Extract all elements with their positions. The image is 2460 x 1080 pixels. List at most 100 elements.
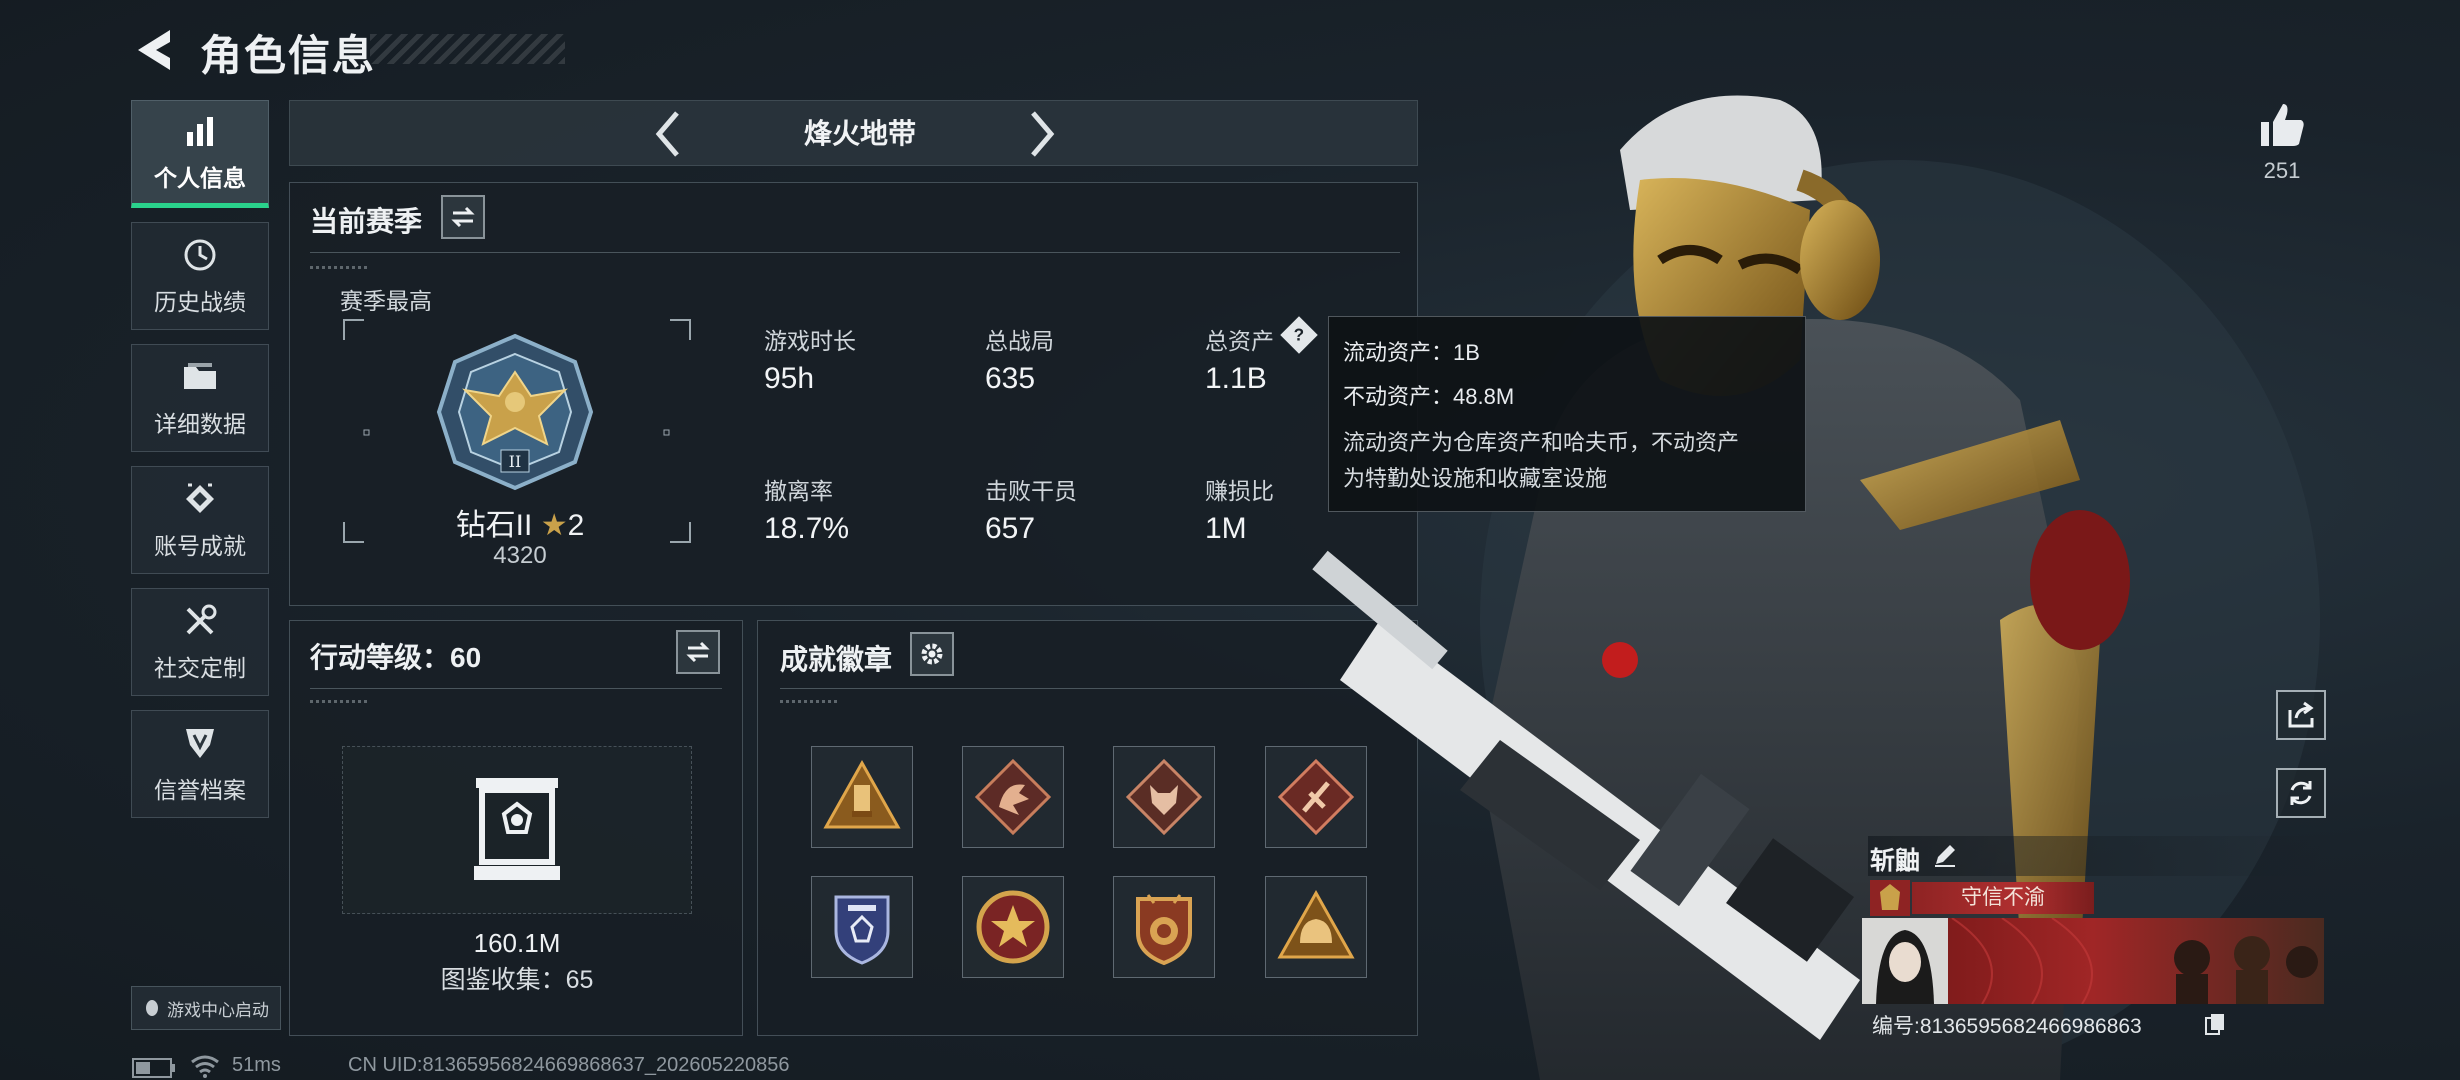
stat-value-extract-rate: 18.7% <box>764 512 850 545</box>
ping-value: 51ms <box>232 1054 281 1076</box>
tools-icon <box>180 601 220 641</box>
nav-item-label: 社交定制 <box>154 655 246 681</box>
nav-item-credit-record[interactable]: 信誉档案 <box>131 710 269 818</box>
diamond-rank-emblem-icon: II <box>436 333 594 491</box>
nav-item-account-achievements[interactable]: 账号成就 <box>131 466 269 574</box>
collection-value: 160.1M <box>473 928 561 958</box>
copy-id-button[interactable] <box>2204 1012 2226 1036</box>
back-button[interactable] <box>130 22 180 78</box>
deco-dots <box>780 700 840 703</box>
nav-item-history[interactable]: 历史战绩 <box>131 222 269 330</box>
rank-score: 4320 <box>493 542 547 569</box>
battery-icon <box>132 1058 175 1078</box>
achievement-badge-6[interactable] <box>962 876 1064 978</box>
page-title: 角色信息 <box>200 32 377 79</box>
nav-item-label: 详细数据 <box>154 411 246 437</box>
stat-label-kills: 击败干员 <box>985 478 1077 504</box>
tooltip-fixed-assets: 不动资产：48.8M <box>1343 384 1515 409</box>
wolf-badge-icon <box>1125 758 1203 836</box>
rank-name: 钻石II <box>455 509 533 542</box>
title-emblem-icon <box>1870 880 1910 916</box>
share-button[interactable] <box>2276 690 2326 740</box>
avatar-portrait-icon <box>1862 918 1948 1004</box>
player-name: 斩鼬 <box>1870 847 1921 875</box>
dragon-badge-icon <box>974 758 1052 836</box>
copy-icon <box>2205 1014 2224 1035</box>
stat-value-total-matches: 635 <box>985 362 1036 395</box>
action-level-switch-button[interactable] <box>676 630 720 674</box>
bar-chart-icon <box>180 111 220 151</box>
nav-item-label: 历史战绩 <box>154 289 246 315</box>
deco-dots <box>310 266 370 269</box>
assets-tooltip: 流动资产：1B 不动资产：48.8M 流动资产为仓库资产和哈夫币，不动资产 为特… <box>1328 316 1806 512</box>
divider <box>310 252 1400 253</box>
player-title-tag: 守信不渝 <box>1912 882 2094 914</box>
achievement-badge-1[interactable] <box>811 746 913 848</box>
season-switch-button[interactable] <box>441 195 485 239</box>
player-avatar[interactable] <box>1862 918 1948 1004</box>
tooltip-description-2: 为特勤处设施和收藏室设施 <box>1343 466 1608 491</box>
qq-penguin-icon <box>146 1000 158 1016</box>
stat-value-kills: 657 <box>985 512 1036 545</box>
folder-icon <box>180 357 220 397</box>
star-medal-badge-icon <box>976 890 1050 964</box>
nav-item-label: 账号成就 <box>154 533 246 559</box>
tooltip-description-1: 流动资产为仓库资产和哈夫币，不动资产 <box>1343 430 1740 455</box>
tooltip-liquid-assets: 流动资产：1B <box>1343 340 1480 365</box>
like-count: 251 <box>2263 158 2301 183</box>
nav-item-social-custom[interactable]: 社交定制 <box>131 588 269 696</box>
stat-value-total-assets: 1.1B <box>1205 362 1267 395</box>
history-icon <box>180 235 220 275</box>
achievement-badge-3[interactable] <box>1113 746 1215 848</box>
edit-name-button[interactable] <box>1932 842 1958 868</box>
edit-pencil-icon <box>1935 845 1955 867</box>
stat-label-profit-ratio: 赚损比 <box>1205 478 1274 504</box>
player-id: 编号:8136595682466986863 <box>1872 1015 2142 1038</box>
achievement-badge-2[interactable] <box>962 746 1064 848</box>
rank-stars: 2 <box>567 509 585 542</box>
game-center-label: 游戏中心启动 <box>167 1000 269 1020</box>
stat-label-extract-rate: 撤离率 <box>764 478 833 504</box>
uid-text: CN UID:81365956824669868637_202605220856 <box>348 1054 790 1076</box>
mode-title: 烽火地带 <box>803 118 916 149</box>
collection-count: 图鉴收集：65 <box>440 966 594 994</box>
achievement-badge-5[interactable] <box>811 876 913 978</box>
thumbs-up-icon <box>2261 104 2304 146</box>
like-button[interactable] <box>2257 100 2307 150</box>
achievement-badges-title: 成就徽章 <box>780 644 893 675</box>
nav-item-detailed-data[interactable]: 详细数据 <box>131 344 269 452</box>
badge-settings-button[interactable] <box>910 632 954 676</box>
rank-name-row: 钻石II ★2 <box>440 500 600 544</box>
refresh-button[interactable] <box>2276 768 2326 818</box>
stat-value-playtime: 95h <box>764 362 815 395</box>
stat-label-total-matches: 总战局 <box>985 328 1054 354</box>
achievement-badge-7[interactable] <box>1113 876 1215 978</box>
crest-badge-icon <box>1136 894 1192 966</box>
stat-value-profit-ratio: 1M <box>1205 512 1247 545</box>
game-center-launch-button[interactable]: 游戏中心启动 <box>131 986 281 1030</box>
switch-arrows-icon <box>686 641 710 663</box>
stat-label-total-assets: 总资产 <box>1205 328 1274 354</box>
mode-prev-button[interactable] <box>645 107 695 161</box>
nav-item-label: 个人信息 <box>154 165 246 191</box>
svg-text:II: II <box>509 452 522 471</box>
stat-label-playtime: 游戏时长 <box>764 328 856 354</box>
credit-shield-icon <box>180 723 220 763</box>
chevron-right-icon <box>1031 111 1055 157</box>
gear-icon <box>921 643 943 665</box>
back-arrow-icon <box>138 30 170 70</box>
nav-item-personal-info[interactable]: 个人信息 <box>131 100 269 208</box>
deco-dots <box>310 700 370 703</box>
achievement-icon <box>180 479 220 519</box>
divider <box>310 688 722 689</box>
nav-item-label: 信誉档案 <box>154 777 246 803</box>
mode-next-button[interactable] <box>1015 107 1065 161</box>
collection-display-case-icon <box>474 778 560 880</box>
refresh-icon <box>2290 781 2312 805</box>
switch-arrows-icon <box>451 206 475 228</box>
wifi-icon <box>191 1055 219 1078</box>
season-best-label: 赛季最高 <box>340 288 432 314</box>
current-season-title: 当前赛季 <box>310 206 423 237</box>
bullet-triangle-badge-icon <box>823 759 901 829</box>
share-icon <box>2288 701 2314 728</box>
